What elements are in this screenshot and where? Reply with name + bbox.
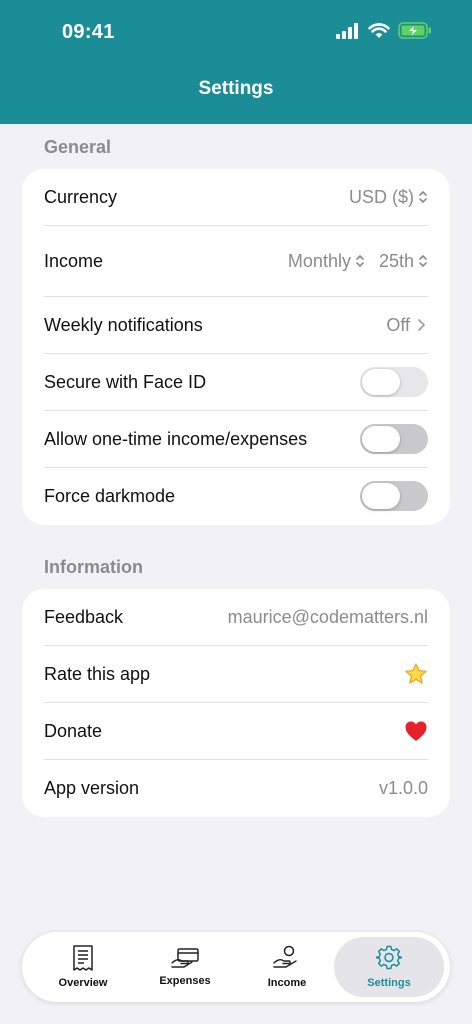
version-value: v1.0.0	[378, 777, 428, 798]
income-period-picker[interactable]: Monthly	[288, 251, 365, 272]
star-icon	[405, 663, 427, 684]
tab-income[interactable]: Income	[232, 937, 342, 997]
chevron-right-icon	[418, 319, 425, 331]
income-period-value: Monthly	[287, 250, 351, 271]
currency-picker[interactable]: USD ($)	[349, 187, 428, 208]
heart-icon	[405, 721, 427, 741]
rate-row[interactable]: Rate this app	[44, 646, 428, 702]
donate-row[interactable]: Donate	[44, 703, 428, 759]
face-id-toggle[interactable]	[360, 367, 428, 397]
toggle-knob	[362, 426, 400, 452]
notifications-row[interactable]: Weekly notifications Off	[44, 297, 428, 353]
feedback-email-link[interactable]: maurice@codematters.nl	[228, 607, 428, 628]
information-card: Feedback maurice@codematters.nl Rate thi…	[22, 589, 450, 817]
feedback-label: Feedback	[44, 606, 124, 627]
darkmode-row: Force darkmode	[44, 468, 428, 524]
version-row: App version v1.0.0	[44, 760, 428, 816]
signal-icon	[336, 22, 358, 39]
tab-settings-label: Settings	[367, 977, 411, 989]
gear-icon	[376, 945, 402, 970]
tab-overview-label: Overview	[58, 977, 108, 989]
tab-income-label: Income	[267, 977, 307, 989]
tab-expenses[interactable]: Expenses	[130, 937, 240, 997]
page-title: Settings	[198, 78, 274, 99]
darkmode-toggle[interactable]	[360, 481, 428, 511]
feedback-row[interactable]: Feedback maurice@codematters.nl	[44, 589, 428, 645]
receipt-icon	[73, 945, 93, 971]
one-time-toggle[interactable]	[360, 424, 428, 454]
card-icon	[171, 948, 199, 968]
section-label-information: Information	[44, 557, 143, 577]
version-label: App version	[44, 777, 140, 798]
income-row: Income Monthly 25th	[44, 226, 428, 296]
updown-chevron-icon	[419, 191, 427, 203]
one-time-row: Allow one-time income/expenses	[44, 411, 428, 467]
header-bar: 09:41 Settings	[0, 0, 472, 124]
status-time: 09:41	[62, 21, 115, 43]
notifications-value-group: Off	[386, 315, 428, 336]
toggle-knob	[362, 483, 400, 509]
tab-overview[interactable]: Overview	[28, 937, 138, 997]
tab-bar: Overview Expenses Income Settings	[22, 932, 450, 1002]
general-card: Currency USD ($) Income Monthly 25th Wee…	[22, 169, 450, 525]
rate-label: Rate this app	[44, 663, 151, 684]
updown-chevron-icon	[419, 255, 427, 267]
income-day-picker[interactable]: 25th	[379, 251, 428, 272]
hand-coin-icon	[273, 945, 297, 968]
updown-chevron-icon	[356, 255, 364, 267]
tab-settings[interactable]: Settings	[334, 937, 444, 997]
toggle-knob	[362, 369, 400, 395]
section-label-general: General	[44, 137, 112, 157]
one-time-label: Allow one-time income/expenses	[44, 428, 308, 449]
status-bar: 09:41	[0, 0, 472, 60]
currency-label: Currency	[44, 186, 118, 207]
income-label: Income	[44, 250, 104, 271]
tab-expenses-label: Expenses	[159, 975, 211, 987]
donate-label: Donate	[44, 720, 103, 741]
face-id-label: Secure with Face ID	[44, 371, 207, 392]
currency-value: USD ($)	[348, 186, 414, 207]
income-day-value: 25th	[378, 250, 414, 271]
face-id-row: Secure with Face ID	[44, 354, 428, 410]
battery-icon	[398, 22, 431, 39]
notifications-label: Weekly notifications	[44, 314, 203, 335]
notifications-value: Off	[386, 314, 410, 335]
status-icons	[336, 22, 432, 39]
darkmode-label: Force darkmode	[44, 485, 176, 506]
wifi-icon	[368, 22, 390, 38]
currency-row[interactable]: Currency USD ($)	[44, 169, 428, 225]
income-pickers: Monthly 25th	[288, 251, 428, 272]
